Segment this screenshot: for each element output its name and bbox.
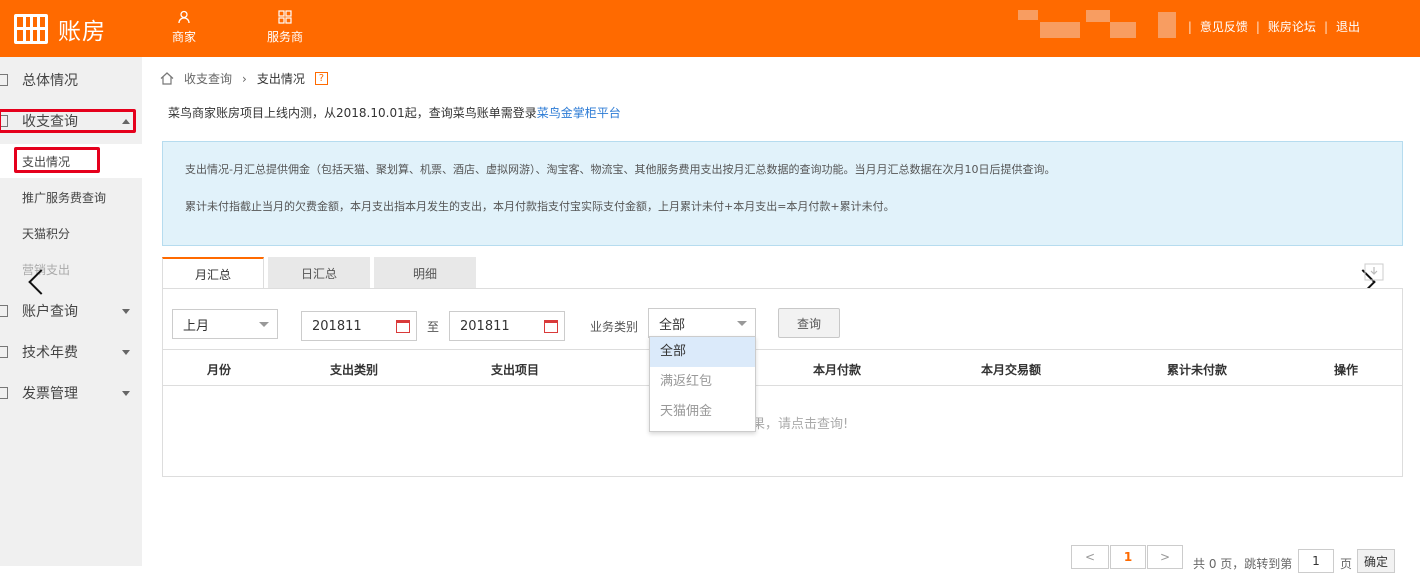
doc-icon xyxy=(0,74,8,86)
notice-body: 菜鸟商家账房项目上线内测，从2018.10.01起，查询菜鸟账单需登录 xyxy=(168,106,537,120)
doc-icon xyxy=(0,305,8,317)
sidebar-sub-label: 天猫积分 xyxy=(22,226,71,241)
sidebar-item-account[interactable]: 账户查询 xyxy=(0,294,142,328)
sidebar-item-label: 总体情况 xyxy=(22,73,78,89)
app-logo[interactable]: 账房 xyxy=(14,12,106,46)
highlight-box xyxy=(14,147,100,173)
calendar-icon[interactable] xyxy=(544,320,558,333)
doc-icon xyxy=(0,387,8,399)
col-expense-item: 支出项目 xyxy=(491,363,540,377)
chevron-down-icon xyxy=(122,308,130,314)
notice-text: 菜鸟商家账房项目上线内测，从2018.10.01起，查询菜鸟账单需登录菜鸟金掌柜… xyxy=(168,104,621,121)
business-type-label: 业务类别 xyxy=(590,320,639,334)
period-select[interactable]: 上月 xyxy=(172,309,278,339)
sidebar-item-invoice[interactable]: 发票管理 xyxy=(0,376,142,410)
calendar-icon[interactable] xyxy=(396,320,410,333)
sidebar-item-label: 发票管理 xyxy=(22,386,78,402)
tab-daily[interactable]: 日汇总 xyxy=(268,257,370,289)
sidebar-item-tech-fee[interactable]: 技术年费 xyxy=(0,335,142,369)
nav-merchant[interactable]: 商家 xyxy=(172,10,196,45)
dropdown-option-tmall-commission[interactable]: 天猫佣金 xyxy=(650,397,755,427)
col-month: 月份 xyxy=(207,363,232,377)
sidebar-item-label: 技术年费 xyxy=(22,345,78,361)
sidebar-item-overview[interactable]: 总体情况 xyxy=(0,63,142,97)
table-header: 月份 支出类别 支出项目 本月付款 本月交易额 累计未付款 操作 xyxy=(163,349,1402,386)
user-icon xyxy=(178,10,190,24)
col-actions: 操作 xyxy=(1334,363,1359,377)
prev-page-button[interactable]: < xyxy=(1071,545,1109,569)
sidebar-sub-promotion-fee[interactable]: 推广服务费查询 xyxy=(0,180,142,214)
info-line: 支出情况-月汇总提供佣金（包括天猫、聚划算、机票、酒店、虚拟网游）、淘宝客、物流… xyxy=(185,163,1056,176)
col-accumulated-unpaid: 累计未付款 xyxy=(1167,363,1228,377)
top-links: | 意见反馈 | 账房论坛 | 退出 xyxy=(1188,18,1360,35)
feedback-link[interactable]: 意见反馈 xyxy=(1200,18,1248,35)
redacted-block xyxy=(1158,12,1176,38)
doc-icon xyxy=(0,346,8,358)
chevron-right-icon: › xyxy=(242,71,247,86)
chevron-down-icon xyxy=(259,322,269,327)
page-1-button[interactable]: 1 xyxy=(1110,545,1146,569)
empty-message: 果，请点击查询! xyxy=(752,417,849,432)
next-page-button[interactable]: > xyxy=(1147,545,1183,569)
col-monthly-volume: 本月交易额 xyxy=(981,363,1042,377)
business-type-select[interactable]: 全部 xyxy=(648,308,756,338)
chevron-down-icon xyxy=(122,390,130,396)
highlight-box xyxy=(0,109,136,133)
nav-merchant-label: 商家 xyxy=(172,30,197,44)
start-month-input[interactable]: 201811 xyxy=(301,311,417,341)
tab-detail[interactable]: 明细 xyxy=(374,257,476,289)
top-header: 账房 商家 服务商 | 意见反馈 | 账房论坛 | 退出 xyxy=(0,0,1420,57)
nav-provider[interactable]: 服务商 xyxy=(267,10,303,45)
divider: | xyxy=(1255,19,1260,34)
chevron-down-icon xyxy=(737,321,747,326)
cainiao-platform-link[interactable]: 菜鸟金掌柜平台 xyxy=(537,106,621,120)
end-month-value: 201811 xyxy=(460,318,510,334)
goto-page-input[interactable]: 1 xyxy=(1298,549,1334,573)
breadcrumb: 收支查询 › 支出情况 ? xyxy=(160,70,328,87)
grid-icon xyxy=(278,10,292,24)
page-total-text: 共 0 页，跳转到第 xyxy=(1193,557,1293,571)
chevron-down-icon xyxy=(122,349,130,355)
col-expense-category: 支出类别 xyxy=(330,363,379,377)
nav-provider-label: 服务商 xyxy=(267,30,304,44)
business-type-dropdown: 全部 满返红包 天猫佣金 xyxy=(649,336,756,432)
sidebar-sub-label: 推广服务费查询 xyxy=(22,190,107,205)
sidebar-sub-tmall-points[interactable]: 天猫积分 xyxy=(0,216,142,250)
info-line: 累计未付指截止当月的欠费金额，本月支出指本月发生的支出，本月付款指支付宝实际支付… xyxy=(185,200,895,213)
confirm-page-button[interactable]: 确定 xyxy=(1357,549,1395,573)
range-separator: 至 xyxy=(427,320,440,334)
logout-link[interactable]: 退出 xyxy=(1336,18,1360,35)
business-type-value: 全部 xyxy=(659,317,686,333)
page-unit-text: 页 xyxy=(1340,557,1353,571)
dropdown-option-red-packet[interactable]: 满返红包 xyxy=(650,367,755,397)
redacted-block xyxy=(1018,10,1038,20)
sidebar-item-label: 账户查询 xyxy=(22,304,78,320)
info-box: 支出情况-月汇总提供佣金（包括天猫、聚划算、机票、酒店、虚拟网游）、淘宝客、物流… xyxy=(162,141,1403,246)
tab-monthly[interactable]: 月汇总 xyxy=(162,257,264,289)
col-monthly-payment: 本月付款 xyxy=(813,363,862,377)
dropdown-option-all[interactable]: 全部 xyxy=(650,337,755,367)
breadcrumb-current: 支出情况 xyxy=(256,72,305,86)
redacted-block xyxy=(1086,10,1110,22)
end-month-input[interactable]: 201811 xyxy=(449,311,565,341)
download-icon[interactable] xyxy=(1364,263,1384,281)
forum-link[interactable]: 账房论坛 xyxy=(1268,18,1316,35)
query-button[interactable]: 查询 xyxy=(778,308,840,338)
divider: | xyxy=(1187,19,1192,34)
breadcrumb-parent[interactable]: 收支查询 xyxy=(184,70,232,87)
sidebar: 总体情况 收支查询 支出情况 推广服务费查询 天猫积分 营销支出 账户查询 技术… xyxy=(0,57,142,566)
start-month-value: 201811 xyxy=(312,318,362,334)
divider: | xyxy=(1323,19,1328,34)
redacted-block xyxy=(1040,22,1080,38)
abacus-icon xyxy=(14,14,48,44)
app-title: 账房 xyxy=(58,19,106,45)
help-icon[interactable]: ? xyxy=(314,72,328,85)
period-value: 上月 xyxy=(183,318,210,334)
sidebar-sub-marketing[interactable]: 营销支出 xyxy=(0,252,142,286)
home-icon[interactable] xyxy=(160,72,174,85)
redacted-block xyxy=(1110,22,1136,38)
